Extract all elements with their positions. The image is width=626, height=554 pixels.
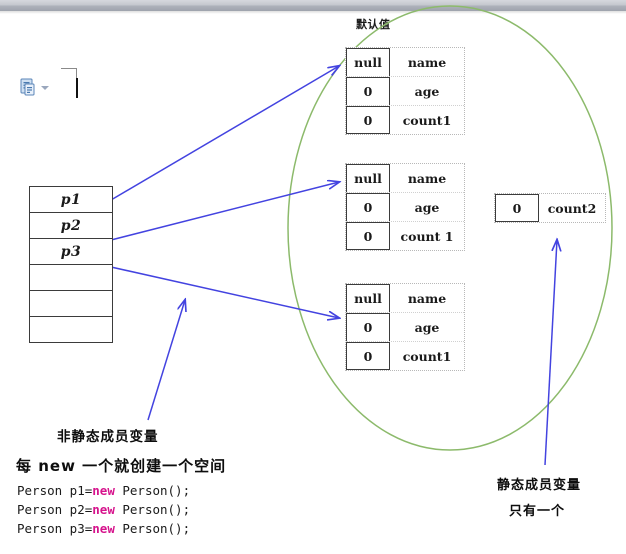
- stack-cell-p1: p1: [30, 187, 112, 213]
- person-object-1: null name 0 age 0 count1: [345, 47, 465, 135]
- arrow-p3-to-object3: [110, 266, 339, 318]
- annotation-only-one: 只有一个: [509, 504, 566, 519]
- arrow-p2-to-object2: [110, 182, 339, 241]
- arrow-static-note: [544, 240, 557, 466]
- field-value: 0: [495, 194, 539, 222]
- field-value: 0: [346, 77, 390, 105]
- field-value: 0: [346, 193, 390, 221]
- person-object-3: null name 0 age 0 count1: [345, 283, 465, 371]
- code-block: Person p1=new Person(); Person p2=new Per…: [17, 481, 190, 538]
- field-name: name: [407, 290, 447, 306]
- object-field-row: 0 count1: [346, 342, 464, 370]
- object-field-row: null name: [346, 284, 464, 313]
- field-value: null: [346, 48, 390, 76]
- field-name: name: [407, 170, 447, 186]
- document-canvas: 默认值 p1 p2 p3 null name 0 age 0 count1 nu…: [0, 0, 626, 554]
- code-text: Person p1=: [17, 483, 93, 498]
- object-field-row: null name: [346, 164, 464, 193]
- chrome-shadow: [0, 11, 626, 14]
- person-object-2: null name 0 age 0 count 1: [345, 163, 465, 251]
- reference-variable-stack: p1 p2 p3: [29, 186, 113, 343]
- code-text: Person();: [114, 483, 191, 498]
- object-field-row: 0 count1: [346, 106, 464, 134]
- object-field-row: 0 age: [346, 313, 464, 342]
- annotation-static: 静态成员变量: [497, 478, 582, 493]
- field-name: age: [414, 83, 440, 99]
- object-field-row: 0 age: [346, 77, 464, 106]
- arrow-nonstatic-note: [147, 300, 185, 421]
- field-value: null: [346, 164, 390, 192]
- field-value: 0: [346, 313, 390, 341]
- annotation-non-static: 非静态成员变量: [57, 429, 159, 445]
- code-line: Person p2=new Person();: [17, 500, 190, 519]
- object-field-row: 0 count2: [495, 194, 605, 222]
- static-variable-box: 0 count2: [494, 193, 606, 223]
- field-name: name: [407, 54, 447, 70]
- stack-cell-empty-1: [30, 265, 112, 291]
- code-text: Person();: [114, 502, 191, 517]
- window-chrome-bar: [0, 0, 626, 11]
- field-name: age: [414, 319, 440, 335]
- field-name: count2: [547, 200, 597, 216]
- code-keyword: new: [92, 502, 115, 517]
- object-field-row: 0 age: [346, 193, 464, 222]
- code-keyword: new: [92, 483, 115, 498]
- arrow-p1-to-object1: [110, 66, 339, 201]
- stack-cell-p3: p3: [30, 239, 112, 265]
- object-field-row: null name: [346, 48, 464, 77]
- stack-cell-empty-2: [30, 291, 112, 317]
- field-value: 0: [346, 342, 390, 370]
- annotation-new-space: 每 new 一个就创建一个空间: [16, 457, 227, 475]
- text-cursor: [76, 78, 78, 98]
- code-keyword: new: [92, 521, 115, 536]
- code-line: Person p3=new Person();: [17, 519, 190, 538]
- field-name: age: [414, 199, 440, 215]
- code-line: Person p1=new Person();: [17, 481, 190, 500]
- stack-cell-p2: p2: [30, 213, 112, 239]
- object-field-row: 0 count 1: [346, 222, 464, 250]
- paste-options-icon[interactable]: [20, 78, 36, 96]
- code-text: Person();: [114, 521, 191, 536]
- chevron-down-icon[interactable]: [41, 86, 49, 90]
- stack-cell-empty-3: [30, 317, 112, 343]
- field-name: count1: [402, 112, 452, 128]
- code-text: Person p2=: [17, 502, 93, 517]
- default-value-label: 默认值: [356, 18, 391, 31]
- field-value: 0: [346, 222, 390, 250]
- field-name: count 1: [400, 228, 454, 244]
- field-name: count1: [402, 348, 452, 364]
- code-text: Person p3=: [17, 521, 93, 536]
- page-margin-marker: [61, 68, 77, 69]
- field-value: null: [346, 284, 390, 312]
- field-value: 0: [346, 106, 390, 134]
